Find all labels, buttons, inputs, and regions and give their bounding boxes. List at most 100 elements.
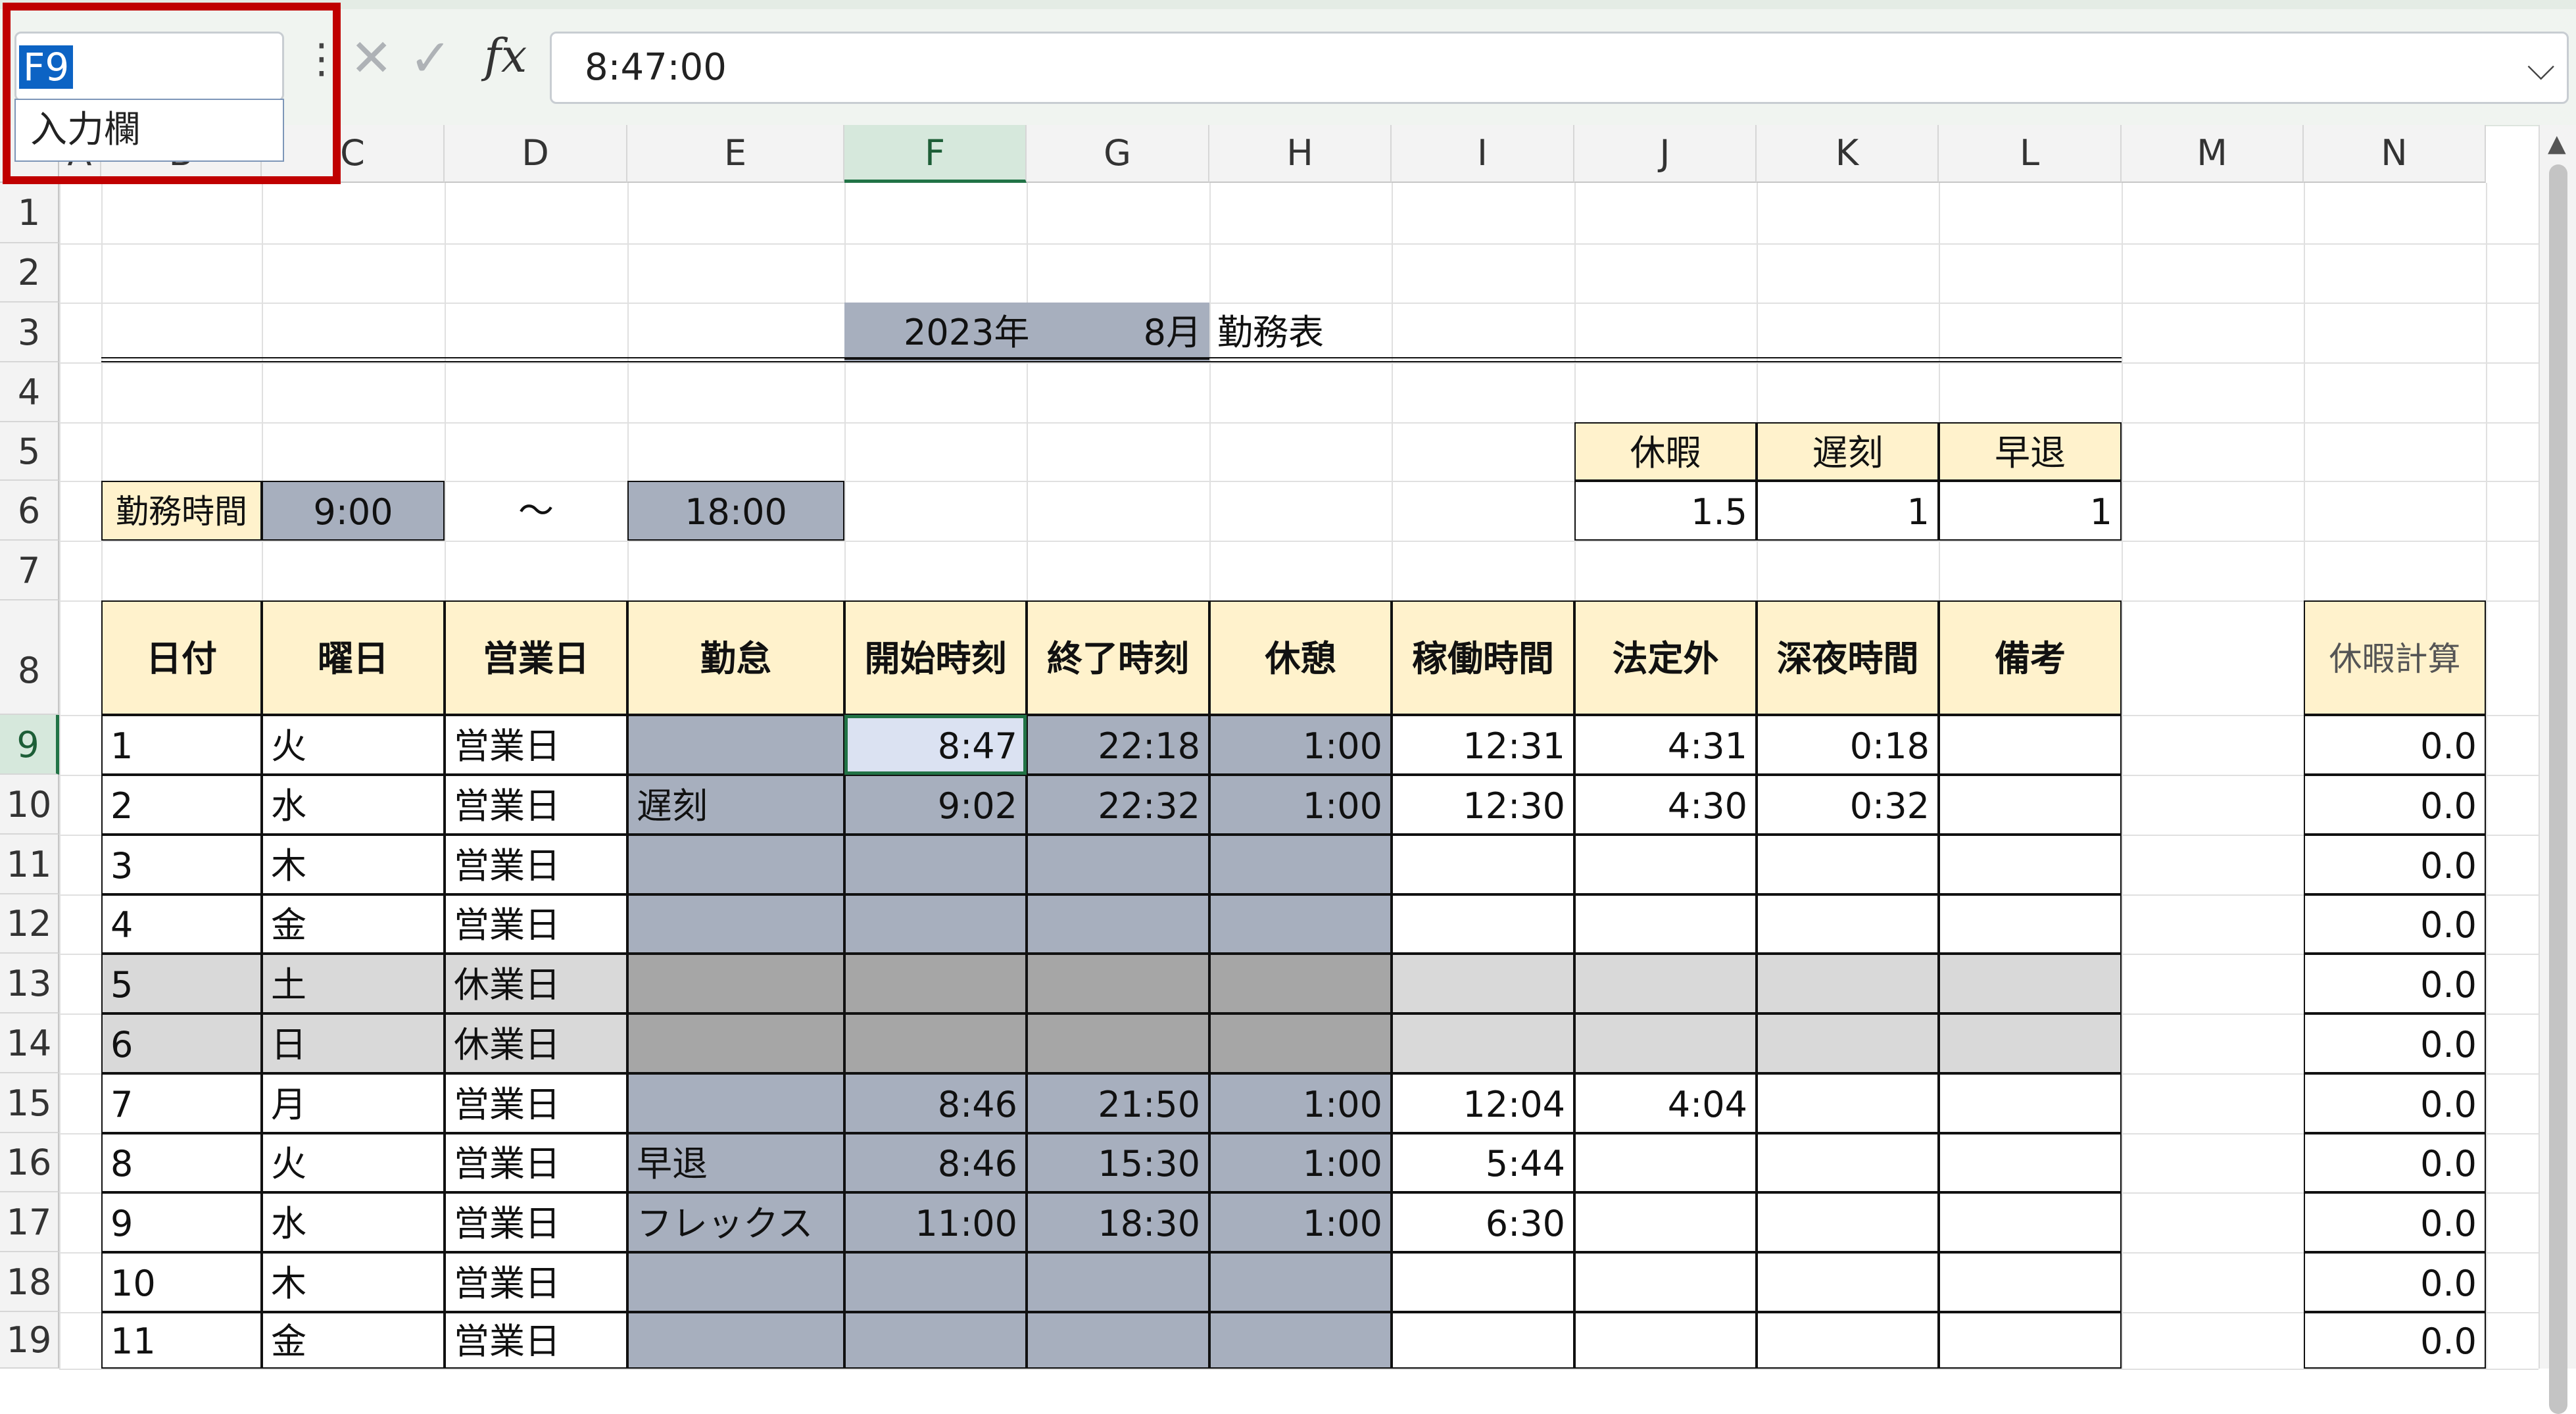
- row-header-16[interactable]: 16: [0, 1133, 59, 1192]
- table-cell[interactable]: 12:04: [1392, 1073, 1574, 1133]
- table-cell[interactable]: [1574, 1252, 1757, 1312]
- column-header-i[interactable]: I: [1392, 125, 1574, 183]
- table-cell[interactable]: 4:30: [1574, 775, 1757, 835]
- table-cell[interactable]: [1757, 1073, 1939, 1133]
- table-header[interactable]: 日付: [101, 600, 262, 715]
- table-cell[interactable]: [1757, 954, 1939, 1013]
- column-header-k[interactable]: K: [1757, 125, 1939, 183]
- row-header-2[interactable]: 2: [0, 243, 59, 303]
- chevron-down-icon[interactable]: ⌵: [2527, 34, 2555, 102]
- table-cell[interactable]: 営業日: [445, 1133, 627, 1192]
- table-header[interactable]: 深夜時間: [1757, 600, 1939, 715]
- vertical-scrollbar[interactable]: ▲: [2539, 125, 2576, 1414]
- table-cell[interactable]: 営業日: [445, 835, 627, 894]
- table-cell[interactable]: [1757, 1013, 1939, 1073]
- table-cell[interactable]: [1939, 954, 2122, 1013]
- column-header-n[interactable]: N: [2304, 125, 2486, 183]
- table-cell[interactable]: [1939, 1073, 2122, 1133]
- count-header[interactable]: 早退: [1939, 422, 2122, 481]
- table-cell[interactable]: 早退: [627, 1133, 844, 1192]
- table-cell[interactable]: [627, 1252, 844, 1312]
- table-cell[interactable]: [627, 1073, 844, 1133]
- table-cell[interactable]: 6: [101, 1013, 262, 1073]
- table-cell[interactable]: 8:46: [844, 1073, 1027, 1133]
- table-cell[interactable]: [1027, 1312, 1209, 1369]
- table-cell[interactable]: [1027, 1013, 1209, 1073]
- table-cell[interactable]: 水: [262, 775, 445, 835]
- column-header-j[interactable]: J: [1574, 125, 1757, 183]
- table-cell[interactable]: 営業日: [445, 715, 627, 775]
- title-label[interactable]: 勤務表: [1209, 303, 1392, 362]
- table-cell[interactable]: [1939, 835, 2122, 894]
- table-cell[interactable]: 1:00: [1209, 1192, 1392, 1252]
- table-cell[interactable]: 1:00: [1209, 1073, 1392, 1133]
- table-cell[interactable]: [1574, 954, 1757, 1013]
- work-start-time[interactable]: 9:00: [262, 481, 445, 541]
- row-header-8[interactable]: 8: [0, 600, 59, 715]
- row-header-5[interactable]: 5: [0, 422, 59, 481]
- table-header[interactable]: 曜日: [262, 600, 445, 715]
- table-header[interactable]: 備考: [1939, 600, 2122, 715]
- table-cell[interactable]: 22:18: [1027, 715, 1209, 775]
- table-cell[interactable]: [1209, 954, 1392, 1013]
- table-cell[interactable]: 営業日: [445, 775, 627, 835]
- table-cell[interactable]: [1392, 954, 1574, 1013]
- table-cell[interactable]: 10: [101, 1252, 262, 1312]
- table-cell[interactable]: [1757, 1312, 1939, 1369]
- row-header-1[interactable]: 1: [0, 183, 59, 243]
- column-header-l[interactable]: L: [1939, 125, 2122, 183]
- row-header-17[interactable]: 17: [0, 1192, 59, 1252]
- table-cell[interactable]: [627, 1013, 844, 1073]
- column-header-h[interactable]: H: [1209, 125, 1392, 183]
- table-cell[interactable]: [1757, 1192, 1939, 1252]
- row-header-11[interactable]: 11: [0, 835, 59, 894]
- table-cell[interactable]: [1027, 835, 1209, 894]
- table-header[interactable]: 開始時刻: [844, 600, 1027, 715]
- table-cell[interactable]: 営業日: [445, 894, 627, 954]
- table-cell[interactable]: 金: [262, 894, 445, 954]
- table-cell[interactable]: 休業日: [445, 954, 627, 1013]
- table-cell[interactable]: [1757, 894, 1939, 954]
- table-cell[interactable]: 5: [101, 954, 262, 1013]
- table-cell[interactable]: 1:00: [1209, 1133, 1392, 1192]
- table-cell[interactable]: 21:50: [1027, 1073, 1209, 1133]
- table-cell[interactable]: [844, 1013, 1027, 1073]
- table-cell[interactable]: 土: [262, 954, 445, 1013]
- work-hours-tilde[interactable]: ～: [445, 481, 627, 541]
- table-cell[interactable]: [844, 1252, 1027, 1312]
- table-cell[interactable]: フレックス: [627, 1192, 844, 1252]
- table-cell[interactable]: 9:02: [844, 775, 1027, 835]
- table-cell[interactable]: 1:00: [1209, 775, 1392, 835]
- table-cell[interactable]: [1939, 894, 2122, 954]
- count-header[interactable]: 休暇: [1574, 422, 1757, 481]
- row-header-18[interactable]: 18: [0, 1252, 59, 1312]
- table-cell[interactable]: 日: [262, 1013, 445, 1073]
- table-cell[interactable]: 3: [101, 835, 262, 894]
- row-header-3[interactable]: 3: [0, 303, 59, 362]
- row-header-19[interactable]: 19: [0, 1312, 59, 1369]
- table-header[interactable]: 営業日: [445, 600, 627, 715]
- table-cell[interactable]: 6:30: [1392, 1192, 1574, 1252]
- table-cell[interactable]: 4:31: [1574, 715, 1757, 775]
- table-cell[interactable]: [1574, 835, 1757, 894]
- table-cell[interactable]: 5:44: [1392, 1133, 1574, 1192]
- leave-calc-value[interactable]: 0.0: [2304, 1312, 2486, 1369]
- leave-calc-value[interactable]: 0.0: [2304, 1133, 2486, 1192]
- table-cell[interactable]: [1392, 1252, 1574, 1312]
- row-header-9[interactable]: 9: [0, 715, 59, 775]
- leave-calc-value[interactable]: 0.0: [2304, 835, 2486, 894]
- row-header-15[interactable]: 15: [0, 1073, 59, 1133]
- table-header[interactable]: 稼働時間: [1392, 600, 1574, 715]
- table-cell[interactable]: [844, 1312, 1027, 1369]
- leave-calc-value[interactable]: 0.0: [2304, 1192, 2486, 1252]
- column-header-e[interactable]: E: [627, 125, 844, 183]
- scroll-up-icon[interactable]: ▲: [2548, 130, 2566, 157]
- table-cell[interactable]: [1392, 1013, 1574, 1073]
- leave-calc-header[interactable]: 休暇計算: [2304, 600, 2486, 715]
- table-cell[interactable]: 0:18: [1757, 715, 1939, 775]
- table-cell[interactable]: [1939, 1252, 2122, 1312]
- table-cell[interactable]: [1209, 1252, 1392, 1312]
- table-cell[interactable]: [844, 894, 1027, 954]
- table-cell[interactable]: 18:30: [1027, 1192, 1209, 1252]
- table-cell[interactable]: [1757, 1133, 1939, 1192]
